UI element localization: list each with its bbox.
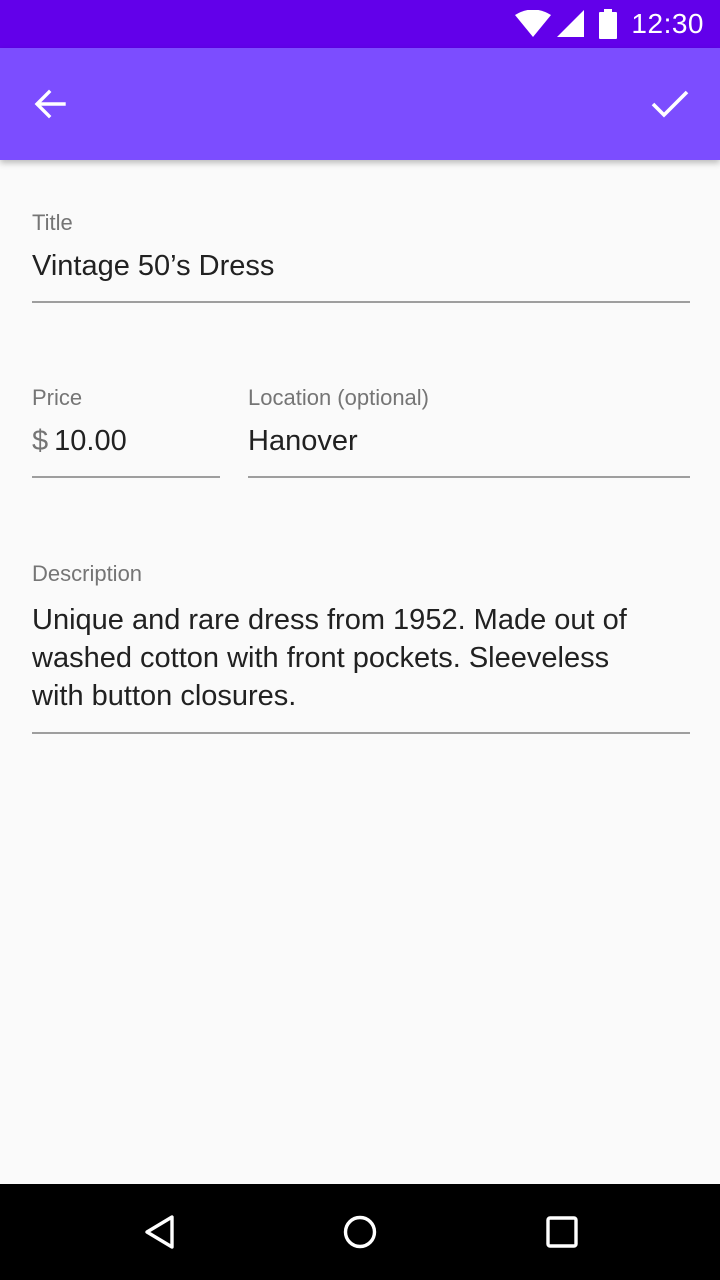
signal-icon: [557, 10, 585, 37]
nav-home-button[interactable]: [324, 1196, 396, 1268]
app-bar: [0, 48, 720, 160]
price-field[interactable]: Price $10.00: [32, 385, 222, 481]
title-input[interactable]: Vintage 50’s Dress: [32, 250, 274, 283]
back-triangle-icon: [145, 1215, 174, 1249]
description-field[interactable]: Description Unique and rare dress from 1…: [32, 561, 692, 737]
system-nav-bar: [0, 1184, 720, 1280]
status-icons: 12:30: [515, 0, 704, 48]
check-icon: [651, 90, 689, 118]
location-field[interactable]: Location (optional) Hanover: [248, 385, 692, 481]
nav-back-button[interactable]: [124, 1196, 196, 1268]
title-label: Title: [32, 210, 73, 235]
title-field[interactable]: Title Vintage 50’s Dress: [32, 210, 692, 306]
title-underline: [32, 301, 690, 303]
recents-square-icon: [546, 1216, 578, 1248]
status-time: 12:30: [631, 8, 704, 39]
price-input[interactable]: $10.00: [32, 425, 127, 458]
price-underline: [32, 476, 220, 478]
currency-symbol: $: [32, 425, 49, 457]
status-bar: 12:30: [0, 0, 720, 48]
price-label: Price: [32, 385, 83, 410]
save-check-button[interactable]: [634, 68, 706, 140]
nav-recents-button[interactable]: [526, 1196, 598, 1268]
description-input[interactable]: Unique and rare dress from 1952. Made ou…: [32, 601, 632, 715]
back-button[interactable]: [14, 68, 86, 140]
home-circle-icon: [343, 1215, 377, 1249]
location-label: Location (optional): [248, 385, 430, 410]
wifi-icon: [515, 10, 552, 37]
arrow-back-icon: [34, 89, 66, 119]
location-input[interactable]: Hanover: [248, 425, 358, 458]
location-underline: [248, 476, 690, 478]
description-label: Description: [32, 561, 143, 586]
battery-icon: [599, 9, 618, 39]
description-underline: [32, 732, 690, 734]
price-value: 10.00: [54, 425, 127, 457]
